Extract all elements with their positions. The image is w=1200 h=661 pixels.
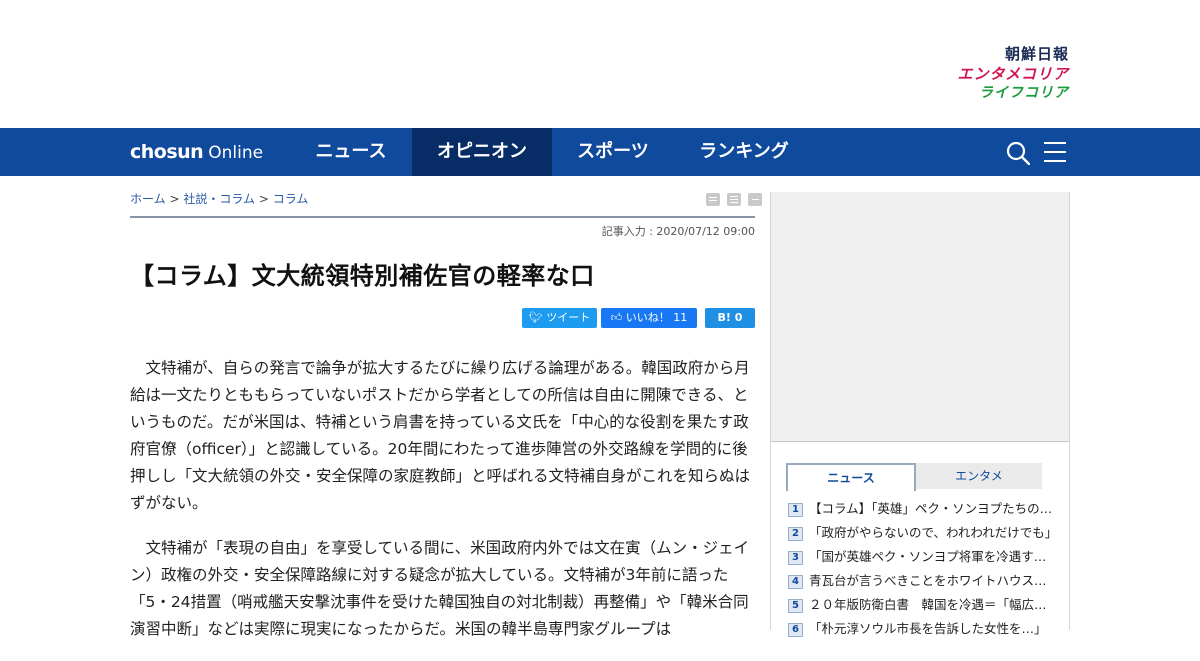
nav-item-news[interactable]: ニュース [290,128,412,176]
twitter-icon: 🐦︎ [528,311,547,324]
breadcrumb-section[interactable]: 社説・コラム [183,192,255,206]
article-tools [704,193,763,212]
facebook-like-button[interactable]: 👍︎ いいね！ 11 [601,308,697,328]
list-item[interactable]: 3 「国が英雄ペク・ソンヨプ将軍を冷遇するとは」 [788,545,1058,569]
rank-number: 5 [788,599,803,613]
print-icon[interactable] [706,193,720,206]
rank-number: 1 [788,503,803,517]
back-icon[interactable] [748,193,763,206]
tab-entame[interactable]: エンタメ [916,463,1042,489]
title-rule [130,216,755,218]
nav-item-opinion[interactable]: オピニオン [412,128,552,176]
rank-text: 「政府がやらないので、われわれだけでも」 [809,525,1058,540]
rank-number: 4 [788,575,803,589]
chosun-online-logo[interactable]: chosun Online [130,140,263,165]
tweet-button[interactable]: 🐦︎ ツイート [522,308,597,328]
menu-icon[interactable] [1044,142,1066,162]
breadcrumb-sep: > [169,192,180,206]
thumbs-up-icon: 👍︎ [610,311,626,324]
article-body: 文特補が、自らの発言で論争が拡大するたびに繰り広げる論理がある。韓国政府から月給… [130,355,755,661]
rank-number: 6 [788,623,803,637]
like-count: 11 [673,311,688,324]
main-nav: chosun Online ニュース オピニオン スポーツ ランキング [0,128,1200,176]
list-item[interactable]: 1 【コラム】「英雄」ペク・ソンヨプたちの葬列 [788,497,1058,521]
list-item[interactable]: 2 「政府がやらないので、われわれだけでも」 [788,521,1058,545]
logo-bold-text: chosun [130,141,204,163]
chosun-ilbo-link[interactable]: 朝鮮日報 [957,44,1069,64]
top-header: 朝鮮日報 エンタメコリア ライフコリア [0,0,1200,128]
article-paragraph: 文特補が、自らの発言で論争が拡大するたびに繰り広げる論理がある。韓国政府から月給… [130,359,751,512]
rank-text: 「朴元淳ソウル市長を告訴した女性を…」 [809,621,1047,636]
list-item[interactable]: 4 青瓦台が言うべきことをホワイトハウスが言う [788,569,1058,593]
sidebar: ニュース エンタメ 1 【コラム】「英雄」ペク・ソンヨプたちの葬列 2 「政府がやら… [770,192,1070,637]
list-item[interactable]: 6 「朴元淳ソウル市長を告訴した女性を…」 [788,617,1058,641]
rank-text: 青瓦台が言うべきことをホワイトハウスが言う [809,573,1058,588]
breadcrumb-sep: > [258,192,269,206]
hatena-bookmark-button[interactable]: B! 0 [705,308,755,328]
tab-news[interactable]: ニュース [786,463,916,491]
rank-number: 2 [788,527,803,541]
breadcrumb-home[interactable]: ホーム [130,192,166,206]
logo-light-text: Online [208,143,264,163]
rank-text: ２０年版防衛白書 韓国を冷遇＝「幅広い分野」 [809,597,1058,612]
ranking-list: 1 【コラム】「英雄」ペク・ソンヨプたちの葬列 2 「政府がやらないので、われわれだ… [788,497,1058,641]
like-label: いいね！ [625,311,670,324]
search-icon[interactable] [1006,141,1030,165]
tweet-label: ツイート [546,311,591,324]
article-title: 【コラム】文大統領特別補佐官の軽率な口 [130,262,595,290]
breadcrumb-subsection[interactable]: コラム [273,192,309,206]
hatena-label: B! [717,311,731,324]
rank-number: 3 [788,551,803,565]
rank-text: 「国が英雄ペク・ソンヨプ将軍を冷遇するとは」 [809,549,1058,564]
nav-item-sports[interactable]: スポーツ [552,128,674,176]
breadcrumb: ホーム > 社説・コラム > コラム [130,190,308,207]
ranking-tabs: ニュース エンタメ [786,463,1042,491]
article-paragraph: 文特補が「表現の自由」を享受している間に、米国政府内外では文在寅（ムン・ジェイン… [130,539,750,638]
text-size-icon[interactable] [727,193,742,206]
list-item[interactable]: 5 ２０年版防衛白書 韓国を冷遇＝「幅広い分野」 [788,593,1058,617]
entame-korea-link[interactable]: エンタメコリア [957,64,1069,84]
rank-text: 【コラム】「英雄」ペク・ソンヨプたちの葬列 [809,501,1058,516]
article-dateline: 記事入力 : 2020/07/12 09:00 [601,225,755,238]
hatena-count: 0 [734,311,743,324]
ad-placeholder [771,192,1069,442]
nav-item-ranking[interactable]: ランキング [674,128,814,176]
brand-links: 朝鮮日報 エンタメコリア ライフコリア [957,44,1069,103]
life-korea-link[interactable]: ライフコリア [957,84,1069,103]
